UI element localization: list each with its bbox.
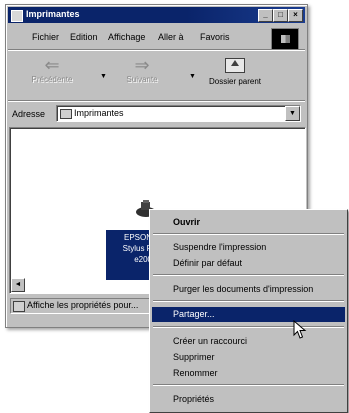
window-title: Imprimantes	[26, 9, 80, 19]
forward-arrow-icon: ⇒	[134, 55, 150, 75]
ctx-separator	[153, 384, 344, 386]
ctx-proprietes[interactable]: Propriétés	[152, 392, 345, 407]
ctx-separator	[153, 300, 344, 302]
ctx-creer-raccourci[interactable]: Créer un raccourci	[152, 334, 345, 349]
folder-up-icon	[225, 58, 245, 73]
minimize-button[interactable]: _	[258, 9, 273, 22]
mouse-cursor-icon	[293, 320, 307, 339]
address-folder-icon	[60, 109, 72, 119]
back-label: Précédente	[31, 75, 73, 84]
forward-label: Suivante	[126, 75, 158, 84]
menu-aller-a[interactable]: Aller à	[158, 32, 184, 42]
address-label: Adresse	[12, 109, 46, 119]
ctx-ouvrir[interactable]: Ouvrir	[152, 215, 345, 230]
context-menu: Ouvrir Suspendre l'impression Définir pa…	[149, 209, 348, 413]
ctx-supprimer[interactable]: Supprimer	[152, 350, 345, 365]
forward-dropdown-icon[interactable]: ▼	[189, 73, 196, 80]
menu-affichage[interactable]: Affichage	[108, 32, 145, 42]
ctx-separator	[153, 326, 344, 328]
menu-favoris[interactable]: Favoris	[200, 32, 230, 42]
ctx-definir-par-defaut[interactable]: Définir par défaut	[152, 256, 345, 271]
printer-label-selected[interactable]: EPSON Stylus P e200	[106, 230, 154, 280]
printer-name-line-2: Stylus P	[122, 244, 152, 253]
windows-logo-icon	[271, 28, 299, 50]
ctx-separator	[153, 274, 344, 276]
ctx-renommer[interactable]: Renommer	[152, 366, 345, 381]
menu-bar: Fichier Edition Affichage Aller à Favori…	[8, 26, 305, 50]
back-dropdown-icon[interactable]: ▼	[100, 73, 107, 80]
printer-name-line-1: EPSON	[123, 233, 152, 242]
scroll-left-arrow-icon[interactable]: ◄	[11, 278, 25, 292]
back-button[interactable]: ⇐ Précédente	[26, 55, 78, 84]
address-field[interactable]: Imprimantes ▼	[56, 105, 301, 122]
address-dropdown-icon[interactable]: ▼	[285, 106, 300, 121]
up-label: Dossier parent	[208, 77, 262, 86]
menu-fichier[interactable]: Fichier	[32, 32, 59, 42]
maximize-button[interactable]: □	[273, 9, 288, 22]
address-value: Imprimantes	[74, 108, 124, 118]
close-button[interactable]: ×	[288, 9, 303, 22]
back-arrow-icon: ⇐	[44, 55, 60, 75]
status-text: Affiche les propriétés pour...	[27, 300, 139, 310]
ctx-purger-documents[interactable]: Purger les documents d'impression	[152, 282, 345, 297]
printer-name-line-3: e200	[134, 255, 152, 264]
menu-edition[interactable]: Edition	[70, 32, 98, 42]
address-bar: Adresse Imprimantes ▼	[8, 102, 305, 124]
ctx-partager[interactable]: Partager...	[152, 307, 345, 322]
up-button[interactable]: Dossier parent	[200, 55, 270, 86]
printer-folder-icon	[11, 10, 23, 22]
forward-button[interactable]: ⇒ Suivante	[116, 55, 168, 84]
title-bar[interactable]: Imprimantes _ □ ×	[8, 7, 305, 23]
status-panel: Affiche les propriétés pour...	[10, 298, 162, 314]
toolbar: ⇐ Précédente ▼ ⇒ Suivante ▼ Dossier pare…	[8, 51, 305, 99]
ctx-separator	[153, 233, 344, 235]
ctx-suspendre-impression[interactable]: Suspendre l'impression	[152, 240, 345, 255]
status-icon	[13, 301, 25, 312]
